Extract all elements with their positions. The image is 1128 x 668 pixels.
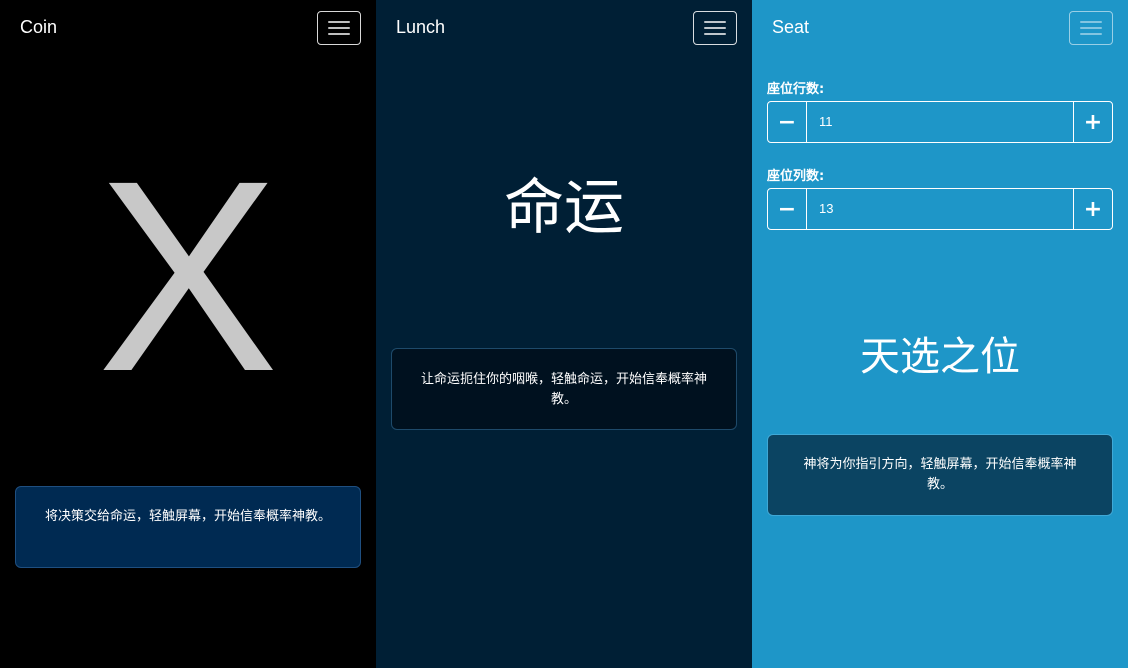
hamburger-menu-icon — [328, 21, 350, 23]
hamburger-menu-icon-bar — [704, 33, 726, 35]
lunch-card-text: 让命运扼住你的咽喉，轻触命运，开始信奉概率神教。 — [420, 372, 707, 407]
rows-input[interactable]: 11 — [807, 102, 1073, 142]
lunch-navbar: Lunch — [376, 0, 752, 56]
hamburger-menu-icon — [704, 21, 726, 23]
coin-panel: Coin X 将决策交给命运，轻触屏幕，开始信奉概率神教。 — [0, 0, 376, 668]
hamburger-menu-icon-bar — [328, 33, 350, 35]
coin-info-card: 将决策交给命运，轻触屏幕，开始信奉概率神教。 — [15, 486, 361, 568]
rows-decrement-button[interactable]: − — [768, 102, 807, 142]
lunch-result[interactable]: 命运 — [376, 172, 752, 244]
lunch-brand[interactable]: Lunch — [396, 17, 445, 38]
rows-increment-button[interactable]: + — [1073, 102, 1112, 142]
cols-input[interactable]: 13 — [807, 189, 1073, 229]
hamburger-menu-icon-bar — [704, 27, 726, 29]
cols-increment-button[interactable]: + — [1073, 189, 1112, 229]
cols-decrement-button[interactable]: − — [768, 189, 807, 229]
coin-navbar: Coin — [0, 0, 376, 56]
seat-result[interactable]: 天选之位 — [752, 330, 1128, 384]
lunch-info-card: 让命运扼住你的咽喉，轻触命运，开始信奉概率神教。 — [391, 348, 737, 430]
cols-stepper: − 13 + — [767, 188, 1113, 230]
rows-stepper: − 11 + — [767, 101, 1113, 143]
cols-label: 座位列数: — [767, 169, 825, 184]
hamburger-menu-icon-bar — [1080, 27, 1102, 29]
coin-card-text: 将决策交给命运，轻触屏幕，开始信奉概率神教。 — [44, 509, 331, 524]
lunch-panel: Lunch 命运 让命运扼住你的咽喉，轻触命运，开始信奉概率神教。 — [376, 0, 752, 668]
hamburger-menu-icon-bar — [1080, 33, 1102, 35]
coin-brand[interactable]: Coin — [20, 17, 57, 38]
seat-navbar: Seat — [752, 0, 1128, 56]
hamburger-menu-icon — [1080, 21, 1102, 23]
seat-info-card: 神将为你指引方向，轻触屏幕，开始信奉概率神教。 — [767, 434, 1113, 516]
lunch-menu-toggle-button[interactable] — [693, 11, 737, 45]
coin-menu-toggle-button[interactable] — [317, 11, 361, 45]
seat-panel: Seat 座位行数: − 11 + 座位列数: − 13 + 天选之位 神将为你… — [752, 0, 1128, 668]
rows-label: 座位行数: — [767, 82, 825, 97]
seat-brand[interactable]: Seat — [772, 17, 809, 38]
seat-card-text: 神将为你指引方向，轻触屏幕，开始信奉概率神教。 — [803, 457, 1077, 492]
seat-menu-toggle-button[interactable] — [1069, 11, 1113, 45]
coin-result[interactable]: X — [0, 140, 376, 412]
hamburger-menu-icon-bar — [328, 27, 350, 29]
